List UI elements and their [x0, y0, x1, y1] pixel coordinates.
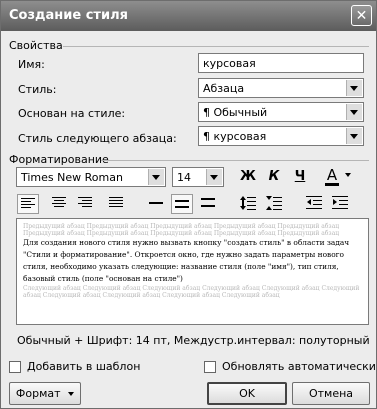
chevron-down-icon[interactable] — [206, 169, 222, 185]
style-type-select[interactable]: Абзаца — [198, 78, 364, 98]
cancel-button[interactable]: Отмена — [292, 382, 370, 405]
increase-spacing-button[interactable] — [237, 194, 259, 214]
outdent-icon — [306, 196, 322, 209]
align-left-icon — [21, 198, 35, 208]
chevron-down-icon[interactable] — [346, 104, 362, 120]
align-right-button[interactable] — [74, 194, 96, 214]
properties-divider — [63, 46, 369, 47]
preview-next-paragraph: Следующий абзац Следующий абзац Следующи… — [23, 285, 360, 299]
double-spacing-icon — [201, 198, 215, 207]
chevron-down-icon — [68, 392, 75, 396]
name-label: Имя: — [18, 58, 45, 71]
one-half-spacing-button[interactable] — [171, 194, 193, 214]
increase-indent-button[interactable] — [329, 194, 351, 214]
format-button-label: Формат — [15, 387, 61, 400]
preview-previous-paragraph: Предыдущий абзац Предыдущий абзац Предыд… — [23, 223, 340, 237]
chevron-down-icon[interactable] — [345, 173, 351, 177]
based-on-label: Основан на стиле: — [18, 107, 126, 120]
create-style-dialog: Создание стиля ✕ Свойства Имя: курсовая … — [0, 0, 377, 409]
style-description: Обычный + Шрифт: 14 пт, Междустр.интерва… — [17, 334, 370, 347]
font-color-icon: A — [326, 166, 338, 184]
name-value: курсовая — [203, 57, 256, 70]
formatting-heading: Форматирование — [9, 153, 109, 166]
font-value: Times New Roman — [21, 171, 123, 184]
ok-button[interactable]: OK — [207, 382, 287, 405]
close-button[interactable]: ✕ — [351, 5, 372, 26]
one-half-spacing-icon — [175, 200, 189, 208]
add-to-template-label[interactable]: Добавить в шаблон — [27, 360, 140, 373]
decrease-indent-button[interactable] — [303, 194, 325, 214]
font-size-value: 14 — [177, 171, 191, 184]
italic-button[interactable]: К — [263, 167, 285, 187]
line-spacing-down-icon — [266, 196, 282, 210]
formatting-divider — [101, 160, 369, 161]
next-style-label: Стиль следующего абзаца: — [18, 132, 177, 145]
style-type-label: Стиль: — [18, 83, 57, 96]
double-spacing-button[interactable] — [197, 194, 219, 214]
format-button[interactable]: Формат — [9, 382, 81, 405]
justify-icon — [109, 197, 123, 207]
properties-heading: Свойства — [9, 39, 63, 52]
font-select[interactable]: Times New Roman — [16, 167, 166, 187]
decrease-spacing-button[interactable] — [263, 194, 285, 214]
align-right-icon — [78, 197, 92, 207]
single-spacing-icon — [149, 202, 163, 204]
align-left-button[interactable] — [17, 194, 39, 214]
font-color-bar — [325, 183, 339, 186]
underline-button[interactable]: Ч — [289, 167, 311, 187]
indent-icon — [332, 196, 348, 209]
dialog-title: Создание стиля — [9, 8, 128, 23]
style-type-value: Абзаца — [203, 82, 245, 95]
font-color-button[interactable]: A — [322, 166, 342, 186]
align-center-icon — [52, 197, 66, 207]
title-bar[interactable]: Создание стиля ✕ — [1, 1, 376, 31]
chevron-down-icon[interactable] — [346, 80, 362, 96]
line-spacing-up-icon — [240, 196, 256, 210]
style-preview: Предыдущий абзац Предыдущий абзац Предыд… — [16, 218, 369, 325]
bold-button[interactable]: Ж — [237, 167, 259, 187]
justify-button[interactable] — [105, 194, 127, 214]
name-field[interactable]: курсовая — [198, 53, 364, 73]
add-to-template-checkbox[interactable] — [9, 361, 21, 373]
auto-update-checkbox[interactable] — [204, 361, 216, 373]
auto-update-label[interactable]: Обновлять автоматически — [222, 360, 376, 373]
align-center-button[interactable] — [48, 194, 70, 214]
single-spacing-button[interactable] — [145, 194, 167, 214]
next-style-value: ¶ курсовая — [203, 130, 267, 143]
based-on-select[interactable]: ¶ Обычный — [198, 102, 364, 122]
preview-sample-paragraph: Для создания нового стиля нужно вызвать … — [23, 238, 350, 283]
chevron-down-icon[interactable] — [346, 128, 362, 144]
chevron-down-icon[interactable] — [148, 169, 164, 185]
font-size-select[interactable]: 14 — [172, 167, 224, 187]
next-style-select[interactable]: ¶ курсовая — [198, 126, 364, 146]
based-on-value: ¶ Обычный — [203, 106, 268, 119]
